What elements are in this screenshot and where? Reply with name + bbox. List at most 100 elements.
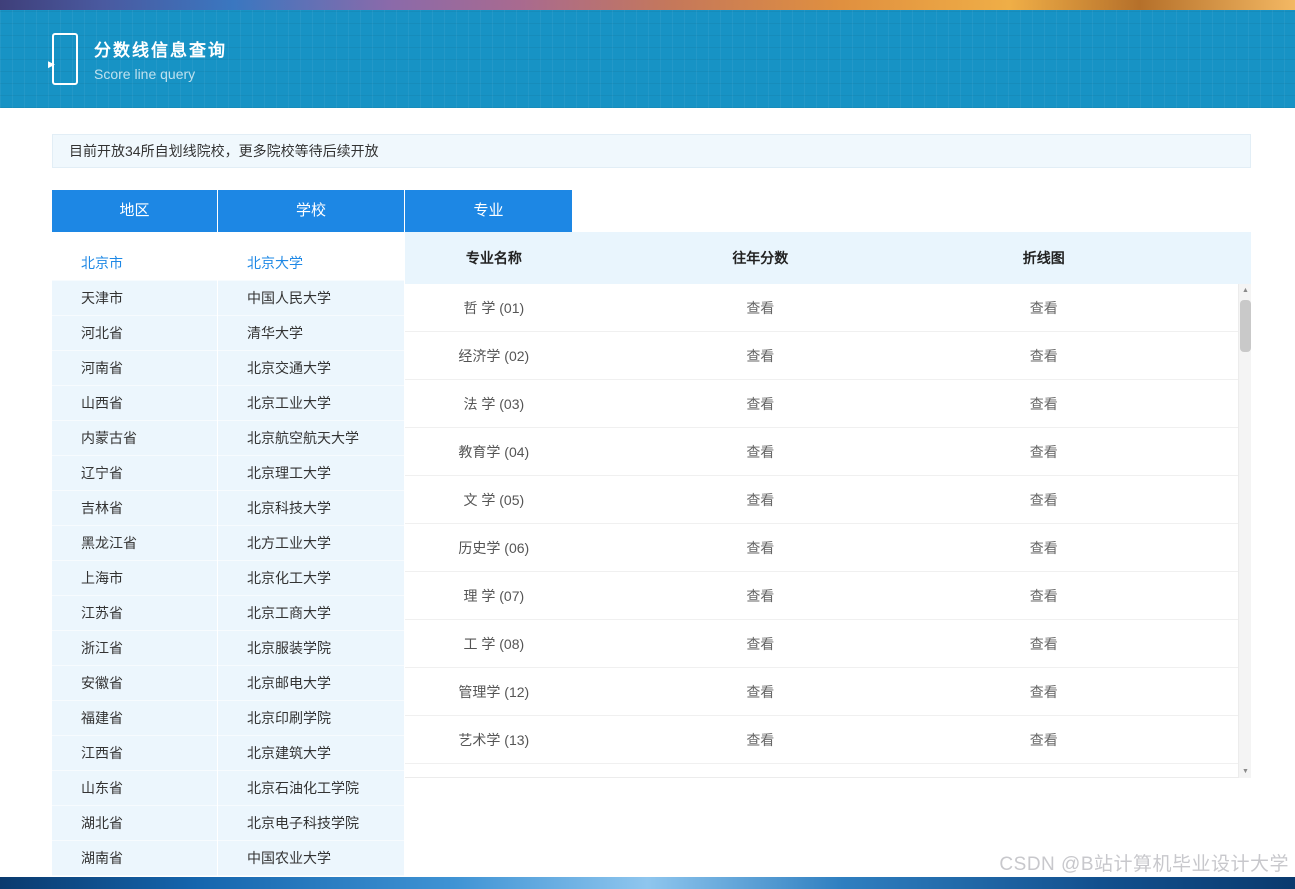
score-query-logo-icon: ▶ — [52, 33, 78, 85]
region-item[interactable]: 山东省 — [52, 771, 217, 806]
tab-region[interactable]: 地区 — [52, 190, 218, 232]
region-item[interactable]: 福建省 — [52, 701, 217, 736]
scroll-down-icon[interactable]: ▼ — [1239, 765, 1252, 778]
view-chart-link[interactable]: 查看 — [1030, 492, 1058, 508]
table-row: 哲 学 (01) 查看 查看 — [405, 284, 1251, 332]
school-item[interactable]: 北京电子科技学院 — [218, 806, 404, 841]
major-name: 经济学 (02) — [405, 346, 583, 366]
major-name: 文 学 (05) — [405, 490, 583, 510]
region-item[interactable]: 辽宁省 — [52, 456, 217, 491]
major-name: 管理学 (12) — [405, 682, 583, 702]
scrollbar-thumb[interactable] — [1240, 300, 1251, 352]
view-score-link[interactable]: 查看 — [746, 636, 774, 652]
view-chart-link[interactable]: 查看 — [1030, 300, 1058, 316]
major-name: 艺术学 (13) — [405, 730, 583, 750]
school-item[interactable]: 北京建筑大学 — [218, 736, 404, 771]
school-item[interactable]: 清华大学 — [218, 316, 404, 351]
top-banner-image — [0, 0, 1295, 10]
table-row: 艺术学 (13) 查看 查看 — [405, 716, 1251, 764]
school-item[interactable]: 北京交通大学 — [218, 351, 404, 386]
app-header: ▶ 分数线信息查询 Score line query — [0, 10, 1295, 108]
main-content: 目前开放34所自划线院校，更多院校等待后续开放 地区 学校 专业 北京市 天津市… — [52, 134, 1251, 876]
bottom-banner-image — [0, 877, 1295, 889]
view-score-link[interactable]: 查看 — [746, 732, 774, 748]
column-header-past-scores: 往年分数 — [583, 248, 938, 268]
school-item[interactable]: 北京印刷学院 — [218, 701, 404, 736]
school-item[interactable]: 北京石油化工学院 — [218, 771, 404, 806]
page-title: 分数线信息查询 — [94, 36, 227, 61]
major-name: 历史学 (06) — [405, 538, 583, 558]
view-chart-link[interactable]: 查看 — [1030, 444, 1058, 460]
majors-table-header: 专业名称 往年分数 折线图 — [405, 232, 1251, 284]
school-item[interactable]: 北京航空航天大学 — [218, 421, 404, 456]
region-item[interactable]: 山西省 — [52, 386, 217, 421]
school-item[interactable]: 北京邮电大学 — [218, 666, 404, 701]
table-row: 理 学 (07) 查看 查看 — [405, 572, 1251, 620]
region-list: 北京市 天津市 河北省 河南省 山西省 内蒙古省 辽宁省 吉林省 黑龙江省 — [52, 232, 218, 876]
view-chart-link[interactable]: 查看 — [1030, 636, 1058, 652]
view-score-link[interactable]: 查看 — [746, 588, 774, 604]
region-item[interactable]: 上海市 — [52, 561, 217, 596]
column-header-major-name: 专业名称 — [405, 248, 583, 268]
view-score-link[interactable]: 查看 — [746, 684, 774, 700]
table-row: 法 学 (03) 查看 查看 — [405, 380, 1251, 428]
view-chart-link[interactable]: 查看 — [1030, 588, 1058, 604]
region-item[interactable]: 内蒙古省 — [52, 421, 217, 456]
view-score-link[interactable]: 查看 — [746, 444, 774, 460]
region-item[interactable]: 河北省 — [52, 316, 217, 351]
table-row: 文 学 (05) 查看 查看 — [405, 476, 1251, 524]
view-score-link[interactable]: 查看 — [746, 348, 774, 364]
school-item[interactable]: 北京大学 — [218, 246, 404, 281]
region-item[interactable]: 吉林省 — [52, 491, 217, 526]
region-item[interactable]: 北京市 — [52, 246, 217, 281]
school-item[interactable]: 北方工业大学 — [218, 526, 404, 561]
page: ▶ 分数线信息查询 Score line query 目前开放34所自划线院校，… — [0, 0, 1295, 889]
region-item[interactable]: 江苏省 — [52, 596, 217, 631]
region-item[interactable]: 湖南省 — [52, 841, 217, 876]
region-item[interactable]: 湖北省 — [52, 806, 217, 841]
table-scrollbar[interactable]: ▲ ▼ — [1238, 284, 1251, 778]
logo-arrow-icon: ▶ — [48, 60, 55, 69]
header-titles: 分数线信息查询 Score line query — [94, 36, 227, 82]
notice-text: 目前开放34所自划线院校，更多院校等待后续开放 — [69, 143, 379, 159]
major-name: 法 学 (03) — [405, 394, 583, 414]
school-item[interactable]: 北京化工大学 — [218, 561, 404, 596]
scroll-up-icon[interactable]: ▲ — [1239, 284, 1252, 297]
school-item[interactable]: 北京工商大学 — [218, 596, 404, 631]
view-chart-link[interactable]: 查看 — [1030, 348, 1058, 364]
region-item[interactable]: 浙江省 — [52, 631, 217, 666]
page-subtitle: Score line query — [94, 66, 227, 82]
tab-school[interactable]: 学校 — [218, 190, 405, 232]
table-row: 教育学 (04) 查看 查看 — [405, 428, 1251, 476]
view-score-link[interactable]: 查看 — [746, 300, 774, 316]
view-chart-link[interactable]: 查看 — [1030, 732, 1058, 748]
view-chart-link[interactable]: 查看 — [1030, 396, 1058, 412]
school-list: 北京大学 中国人民大学 清华大学 北京交通大学 北京工业大学 北京航空航天大学 … — [218, 232, 405, 876]
view-chart-link[interactable]: 查看 — [1030, 684, 1058, 700]
view-score-link[interactable]: 查看 — [746, 540, 774, 556]
view-score-link[interactable]: 查看 — [746, 492, 774, 508]
region-item[interactable]: 安徽省 — [52, 666, 217, 701]
tab-major[interactable]: 专业 — [405, 190, 572, 232]
region-item[interactable]: 黑龙江省 — [52, 526, 217, 561]
region-item[interactable]: 河南省 — [52, 351, 217, 386]
region-item[interactable]: 江西省 — [52, 736, 217, 771]
major-name: 工 学 (08) — [405, 634, 583, 654]
school-item[interactable]: 北京理工大学 — [218, 456, 404, 491]
school-item[interactable]: 中国人民大学 — [218, 281, 404, 316]
view-score-link[interactable]: 查看 — [746, 396, 774, 412]
header-inner: ▶ 分数线信息查询 Score line query — [52, 33, 227, 85]
table-row: 经济学 (02) 查看 查看 — [405, 332, 1251, 380]
school-item[interactable]: 北京服装学院 — [218, 631, 404, 666]
school-item[interactable]: 北京工业大学 — [218, 386, 404, 421]
tabs: 地区 学校 专业 — [52, 190, 1251, 232]
table-row: 工 学 (08) 查看 查看 — [405, 620, 1251, 668]
notice-bar: 目前开放34所自划线院校，更多院校等待后续开放 — [52, 134, 1251, 168]
view-chart-link[interactable]: 查看 — [1030, 540, 1058, 556]
major-name: 教育学 (04) — [405, 442, 583, 462]
school-item[interactable]: 中国农业大学 — [218, 841, 404, 876]
region-item[interactable]: 天津市 — [52, 281, 217, 316]
major-name: 理 学 (07) — [405, 586, 583, 606]
table-row: 历史学 (06) 查看 查看 — [405, 524, 1251, 572]
school-item[interactable]: 北京科技大学 — [218, 491, 404, 526]
